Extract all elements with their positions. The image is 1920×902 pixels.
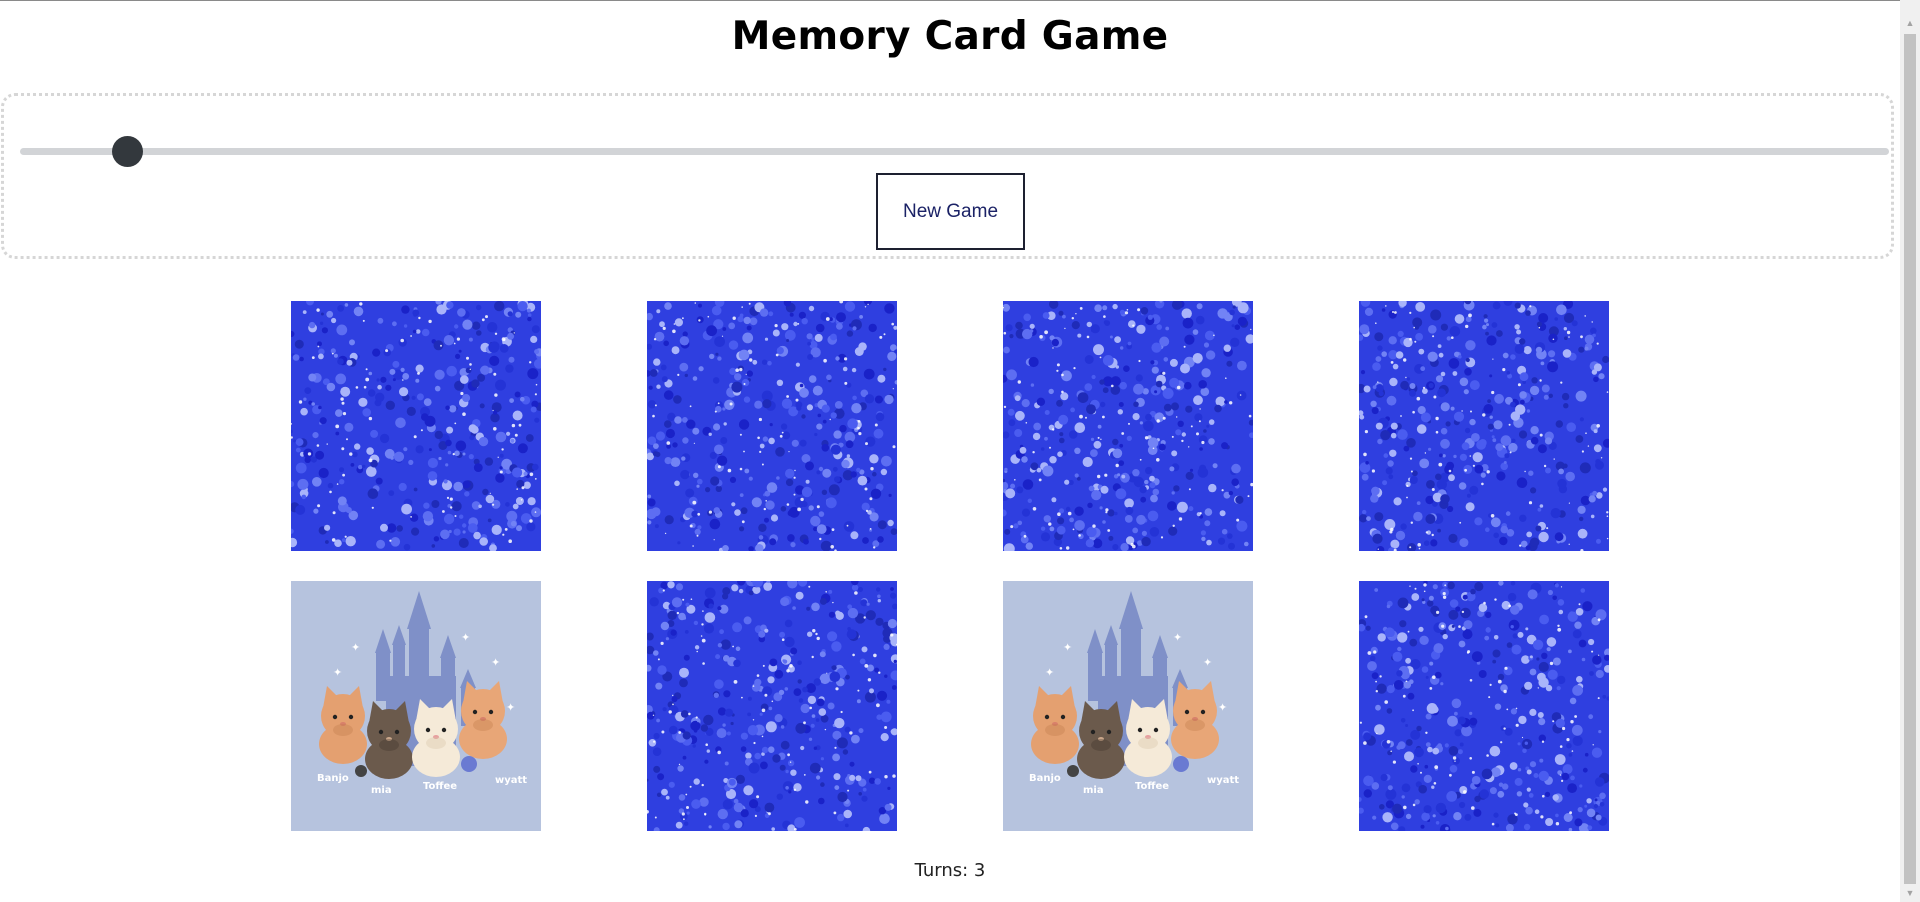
card-back-pattern: [647, 581, 897, 831]
svg-text:✦: ✦: [1173, 631, 1182, 644]
difficulty-slider[interactable]: [20, 148, 1889, 155]
card-back-pattern: [291, 301, 541, 551]
card-1[interactable]: [291, 301, 541, 551]
svg-text:mia: mia: [1083, 785, 1104, 796]
svg-text:Toffee: Toffee: [1135, 781, 1169, 792]
page-title: Memory Card Game: [731, 14, 1169, 59]
svg-text:✦: ✦: [333, 666, 342, 679]
svg-text:wyatt: wyatt: [495, 775, 527, 786]
svg-text:wyatt: wyatt: [1207, 775, 1239, 786]
page: Memory Card Game New Game ✦ ✦ ✦ ✦ ✦ ✦ Banjo mia…: [0, 0, 1900, 902]
controls-panel: New Game: [1, 93, 1894, 259]
svg-text:mia: mia: [371, 785, 392, 796]
slider-thumb[interactable]: [111, 136, 143, 167]
turns-counter: Turns: 3: [914, 860, 986, 881]
card-back-pattern: [1359, 301, 1609, 551]
svg-text:✦: ✦: [351, 641, 360, 654]
card-back-pattern: [1359, 581, 1609, 831]
svg-text:✦: ✦: [1063, 641, 1072, 654]
card-back-pattern: [1003, 301, 1253, 551]
new-game-button[interactable]: New Game: [876, 173, 1025, 250]
card-6[interactable]: [647, 581, 897, 831]
card-back-pattern: [647, 301, 897, 551]
card-3[interactable]: [1003, 301, 1253, 551]
svg-text:Banjo: Banjo: [1029, 773, 1061, 784]
svg-text:Banjo: Banjo: [317, 773, 349, 784]
scroll-up-arrow-icon[interactable]: ▲: [1900, 14, 1920, 32]
card-8[interactable]: [1359, 581, 1609, 831]
card-4[interactable]: [1359, 301, 1609, 551]
svg-text:✦: ✦: [506, 701, 515, 714]
card-face-image: ✦✦✦✦✦✦BanjomiaToffeewyatt: [1003, 581, 1253, 831]
svg-text:✦: ✦: [1203, 656, 1212, 669]
card-7[interactable]: ✦✦✦✦✦✦BanjomiaToffeewyatt: [1003, 581, 1253, 831]
svg-text:✦: ✦: [461, 631, 470, 644]
scroll-down-arrow-icon[interactable]: ▼: [1900, 884, 1920, 902]
scrollbar-thumb[interactable]: [1904, 34, 1916, 884]
card-5[interactable]: ✦✦✦✦✦✦BanjomiaToffeewyatt: [291, 581, 541, 831]
svg-text:✦: ✦: [1045, 666, 1054, 679]
svg-text:✦: ✦: [1218, 701, 1227, 714]
svg-text:Toffee: Toffee: [423, 781, 457, 792]
vertical-scrollbar[interactable]: ▲ ▼: [1900, 0, 1920, 902]
svg-text:✦: ✦: [491, 656, 500, 669]
card-2[interactable]: [647, 301, 897, 551]
card-face-image: ✦✦✦✦✦✦BanjomiaToffeewyatt: [291, 581, 541, 831]
